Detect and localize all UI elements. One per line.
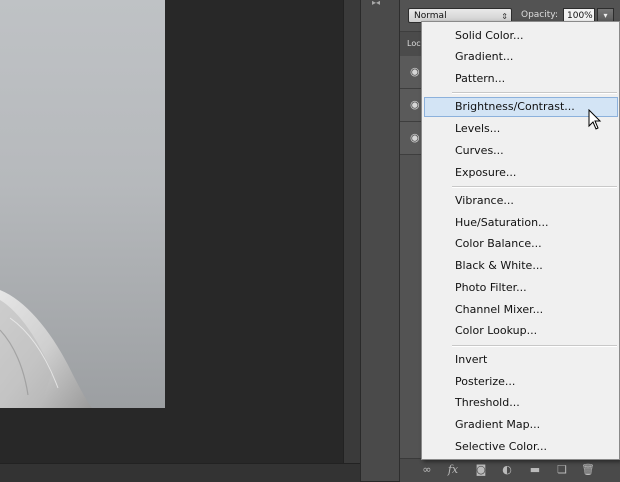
- menu-item-pattern[interactable]: Pattern...: [424, 69, 618, 89]
- lock-label: Loc: [407, 39, 421, 48]
- group-folder-icon[interactable]: ▬: [528, 463, 542, 477]
- new-adjustment-layer-menu: Solid Color... Gradient... Pattern... Br…: [421, 21, 620, 460]
- menu-item-photo-filter[interactable]: Photo Filter...: [424, 278, 618, 298]
- canvas-vertical-scrollbar[interactable]: [343, 0, 361, 463]
- photo-person-shoulder: [0, 290, 92, 408]
- adjustment-layer-icon[interactable]: ◐: [500, 463, 514, 477]
- menu-item-solid-color[interactable]: Solid Color...: [424, 26, 618, 46]
- menu-item-hue-saturation[interactable]: Hue/Saturation...: [424, 213, 618, 233]
- menu-item-gradient-map[interactable]: Gradient Map...: [424, 415, 618, 435]
- delete-layer-icon[interactable]: 🗑: [581, 463, 595, 477]
- menu-item-invert[interactable]: Invert: [424, 350, 618, 370]
- menu-item-color-balance[interactable]: Color Balance...: [424, 234, 618, 254]
- menu-item-channel-mixer[interactable]: Channel Mixer...: [424, 300, 618, 320]
- fx-icon[interactable]: fx: [446, 463, 460, 477]
- panel-dock-gutter: [360, 0, 400, 481]
- blend-mode-value: Normal: [414, 11, 447, 21]
- document-canvas-area[interactable]: [0, 0, 343, 463]
- layers-panel-toolbar: ∞ fx ◙ ◐ ▬ ❏ 🗑: [400, 458, 620, 482]
- chevron-down-icon: ▾: [603, 11, 608, 20]
- menu-item-posterize[interactable]: Posterize...: [424, 372, 618, 392]
- opacity-label: Opacity:: [521, 10, 558, 20]
- add-mask-icon[interactable]: ◙: [474, 463, 488, 477]
- menu-item-selective-color[interactable]: Selective Color...: [424, 437, 618, 457]
- document-photo[interactable]: [0, 0, 165, 408]
- new-layer-icon[interactable]: ❏: [555, 463, 569, 477]
- menu-separator: [452, 186, 617, 188]
- mouse-pointer-icon: [588, 109, 602, 130]
- menu-separator: [452, 92, 617, 94]
- menu-item-gradient[interactable]: Gradient...: [424, 47, 618, 67]
- menu-item-black-white[interactable]: Black & White...: [424, 256, 618, 276]
- canvas-horizontal-scrollbar[interactable]: [0, 463, 360, 482]
- menu-separator: [452, 345, 617, 347]
- menu-item-exposure[interactable]: Exposure...: [424, 163, 618, 183]
- link-layers-icon[interactable]: ∞: [420, 463, 434, 477]
- collapse-panels-icon[interactable]: ▸◂: [372, 0, 386, 7]
- menu-item-curves[interactable]: Curves...: [424, 141, 618, 161]
- menu-item-threshold[interactable]: Threshold...: [424, 393, 618, 413]
- menu-item-vibrance[interactable]: Vibrance...: [424, 191, 618, 211]
- menu-item-color-lookup[interactable]: Color Lookup...: [424, 321, 618, 341]
